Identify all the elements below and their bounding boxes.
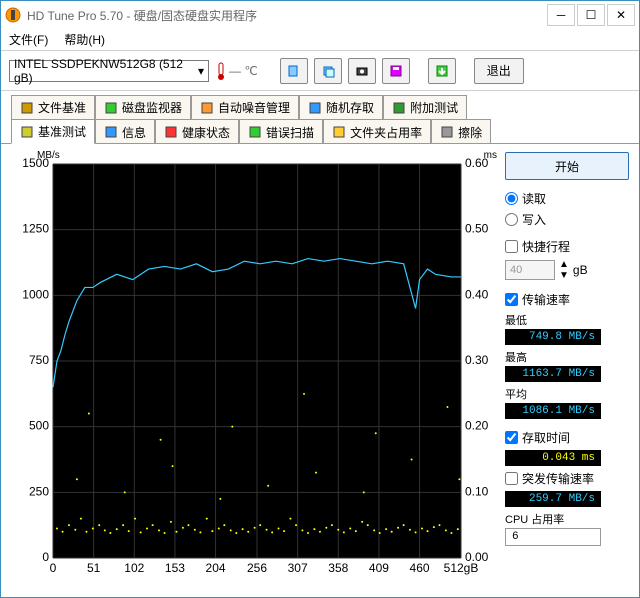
- start-button[interactable]: 开始: [505, 152, 629, 180]
- svg-text:409: 409: [369, 561, 389, 575]
- copy-icon: [287, 64, 301, 78]
- camera-button[interactable]: [348, 58, 376, 84]
- window-title: HD Tune Pro 5.70 - 硬盘/固态硬盘实用程序: [27, 7, 545, 24]
- save-button[interactable]: [382, 58, 410, 84]
- svg-text:256: 256: [247, 561, 267, 575]
- short-stroke-check[interactable]: 快捷行程: [505, 238, 629, 255]
- write-radio[interactable]: 写入: [505, 211, 629, 228]
- svg-text:0.10: 0.10: [465, 484, 489, 498]
- burst-rate-check[interactable]: 突发传输速率: [505, 470, 629, 487]
- content-area: MB/s ms 02505007501000125015000.000.100.…: [1, 143, 639, 597]
- tab-monitor[interactable]: 磁盘监视器: [95, 95, 191, 119]
- svg-text:512gB: 512gB: [444, 561, 479, 575]
- titlebar: HD Tune Pro 5.70 - 硬盘/固态硬盘实用程序 ─ ☐ ✕: [1, 1, 639, 29]
- stat-max: 最高1163.7 MB/s: [505, 349, 629, 382]
- menu-file[interactable]: 文件(F): [9, 31, 48, 48]
- chevron-down-icon: ▾: [198, 64, 204, 78]
- tab-bench[interactable]: 基准测试: [11, 119, 95, 144]
- transfer-rate-check[interactable]: 传输速率: [505, 291, 629, 308]
- options-button[interactable]: [428, 58, 456, 84]
- tab-dice[interactable]: 随机存取: [299, 95, 383, 119]
- app-window: HD Tune Pro 5.70 - 硬盘/固态硬盘实用程序 ─ ☐ ✕ 文件(…: [0, 0, 640, 598]
- tab-info[interactable]: 信息: [95, 119, 155, 144]
- menubar: 文件(F) 帮助(H): [1, 29, 639, 51]
- svg-text:1000: 1000: [22, 287, 49, 301]
- tab-container: 文件基准磁盘监视器自动噪音管理随机存取附加测试 基准测试信息健康状态错误扫描文件…: [1, 91, 639, 144]
- svg-text:204: 204: [206, 561, 226, 575]
- screenshot-button[interactable]: [314, 58, 342, 84]
- copy-info-button[interactable]: [280, 58, 308, 84]
- clipboard-icon: [321, 64, 335, 78]
- tab-scan[interactable]: 错误扫描: [239, 119, 323, 144]
- chart-ylabel-right: ms: [484, 150, 497, 161]
- svg-text:750: 750: [29, 353, 49, 367]
- tab-speaker[interactable]: 自动噪音管理: [191, 95, 299, 119]
- tab-ruler[interactable]: 文件基准: [11, 95, 95, 119]
- tab-row-2: 基准测试信息健康状态错误扫描文件夹占用率擦除: [11, 119, 629, 144]
- side-panel: 开始 读取 写入 快捷行程 ▲▼ gB 传输速率 最低749.8 MB/s 最高…: [505, 150, 629, 587]
- arrow-down-icon: [435, 64, 449, 78]
- tab-folder[interactable]: 文件夹占用率: [323, 119, 431, 144]
- tab-erase[interactable]: 擦除: [431, 119, 491, 144]
- minimize-button[interactable]: ─: [547, 4, 575, 26]
- exit-label: 退出: [487, 62, 511, 79]
- svg-text:102: 102: [124, 561, 144, 575]
- svg-text:0.20: 0.20: [465, 419, 489, 433]
- chart-ylabel-left: MB/s: [37, 150, 60, 161]
- stat-access: 0.043 ms: [505, 450, 601, 466]
- benchmark-chart: MB/s ms 02505007501000125015000.000.100.…: [11, 150, 497, 580]
- svg-text:0: 0: [42, 550, 49, 564]
- temperature-value: — ℃: [229, 64, 258, 78]
- chart-canvas: 02505007501000125015000.000.100.200.300.…: [11, 150, 497, 580]
- short-stroke-field: ▲▼ gB: [505, 259, 629, 281]
- svg-text:51: 51: [87, 561, 101, 575]
- stat-avg: 平均1086.1 MB/s: [505, 386, 629, 419]
- short-stroke-input[interactable]: [505, 260, 555, 280]
- svg-text:1250: 1250: [22, 222, 49, 236]
- tab-health[interactable]: 健康状态: [155, 119, 239, 144]
- temperature-display: — ℃: [215, 61, 258, 81]
- svg-text:250: 250: [29, 484, 49, 498]
- camera-icon: [355, 64, 369, 78]
- toolbar: INTEL SSDPEKNW512G8 (512 gB) ▾ — ℃ 退出: [1, 51, 639, 91]
- stat-cpu: CPU 占用率6: [505, 511, 629, 546]
- device-select-label: INTEL SSDPEKNW512G8 (512 gB): [14, 57, 198, 85]
- tab-plus[interactable]: 附加测试: [383, 95, 467, 119]
- svg-text:0.50: 0.50: [465, 222, 489, 236]
- thermometer-icon: [215, 61, 227, 81]
- exit-button[interactable]: 退出: [474, 58, 524, 84]
- svg-text:307: 307: [288, 561, 308, 575]
- svg-text:0.40: 0.40: [465, 287, 489, 301]
- tab-row-1: 文件基准磁盘监视器自动噪音管理随机存取附加测试: [11, 95, 629, 119]
- menu-help[interactable]: 帮助(H): [64, 31, 105, 48]
- device-select[interactable]: INTEL SSDPEKNW512G8 (512 gB) ▾: [9, 60, 209, 82]
- svg-text:460: 460: [410, 561, 430, 575]
- svg-text:0.30: 0.30: [465, 353, 489, 367]
- read-radio[interactable]: 读取: [505, 190, 629, 207]
- svg-text:358: 358: [328, 561, 348, 575]
- stat-burst: 259.7 MB/s: [505, 491, 601, 507]
- maximize-button[interactable]: ☐: [577, 4, 605, 26]
- app-icon: [5, 7, 21, 23]
- access-time-check[interactable]: 存取时间: [505, 429, 629, 446]
- stat-min: 最低749.8 MB/s: [505, 312, 629, 345]
- svg-text:500: 500: [29, 419, 49, 433]
- svg-text:153: 153: [165, 561, 185, 575]
- close-button[interactable]: ✕: [607, 4, 635, 26]
- save-icon: [389, 64, 403, 78]
- svg-text:0: 0: [50, 561, 57, 575]
